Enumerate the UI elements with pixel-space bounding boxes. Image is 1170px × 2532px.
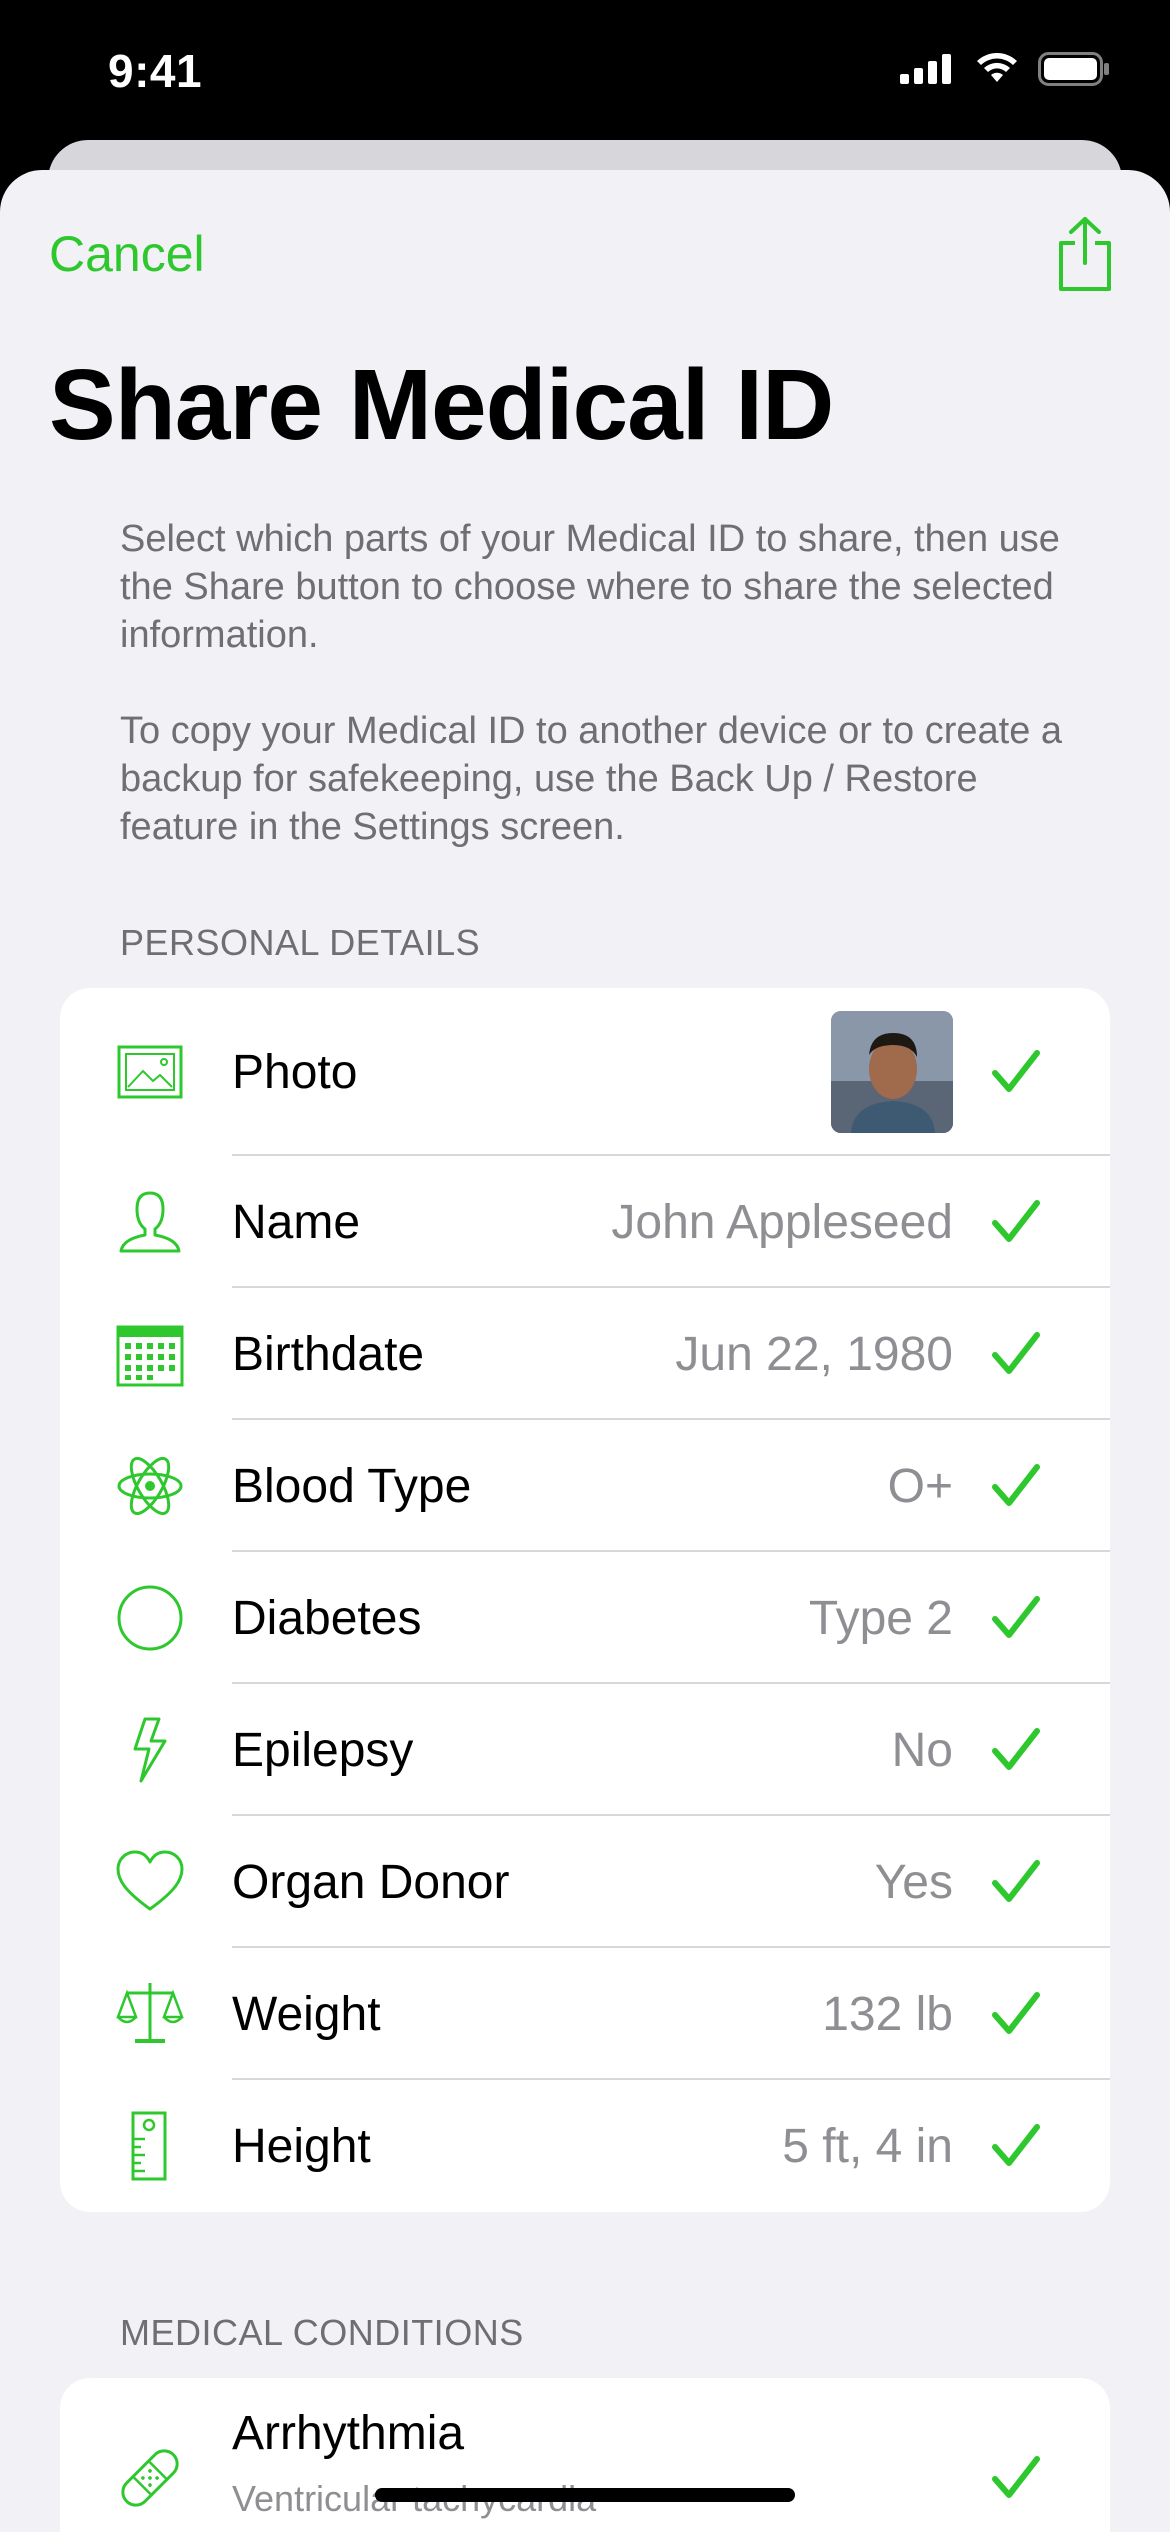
ruler-icon	[131, 2111, 167, 2181]
section-header-personal: PERSONAL DETAILS	[120, 922, 481, 963]
row-value: Jun 22, 1980	[675, 1327, 953, 1381]
row-label: Name	[232, 1195, 361, 1249]
checkmark-icon	[992, 1050, 1040, 1092]
checkmark-icon	[992, 1332, 1040, 1374]
person-icon	[119, 1191, 181, 1253]
row-value: 5 ft, 4 in	[782, 2119, 953, 2173]
cellular-signal-icon	[900, 54, 951, 84]
list-item-arrhythmia[interactable]: Arrhythmia Ventricular tachycardia	[60, 2378, 1110, 2532]
photo-icon	[117, 1045, 183, 1099]
share-sheet: Cancel Share Medical ID Select which par…	[0, 170, 1170, 2532]
row-label: Weight	[232, 1987, 381, 2041]
atom-icon	[117, 1456, 183, 1516]
list-item-blood-type[interactable]: Blood Type O+	[60, 1420, 1110, 1552]
row-label: Blood Type	[232, 1459, 472, 1513]
description-paragraph-1: Select which parts of your Medical ID to…	[120, 518, 1060, 656]
row-value: Yes	[874, 1855, 953, 1909]
wifi-icon	[977, 53, 1017, 82]
battery-icon	[1038, 52, 1109, 86]
avatar	[831, 1011, 953, 1133]
checkmark-icon	[992, 1464, 1040, 1506]
list-item-epilepsy[interactable]: Epilepsy No	[60, 1684, 1110, 1816]
row-value: No	[891, 1723, 953, 1777]
share-icon[interactable]	[1055, 215, 1115, 295]
list-item-organ-donor[interactable]: Organ Donor Yes	[60, 1816, 1110, 1948]
heart-icon	[116, 1850, 184, 1911]
row-label: Epilepsy	[232, 1723, 414, 1777]
home-indicator[interactable]	[375, 2488, 795, 2502]
checkmark-icon	[992, 1992, 1040, 2034]
row-value: O+	[887, 1459, 953, 1513]
status-bar: 9:41	[0, 0, 1170, 150]
checkmark-icon	[992, 1728, 1040, 1770]
list-item-name[interactable]: Name John Appleseed	[60, 1156, 1110, 1288]
scale-icon	[116, 1983, 184, 2043]
status-icons	[900, 52, 1110, 86]
row-label: Height	[232, 2119, 371, 2173]
list-item-birthdate[interactable]: Birthdate Jun 22, 1980	[60, 1288, 1110, 1420]
bolt-icon	[133, 1717, 167, 1783]
list-item-weight[interactable]: Weight 132 lb	[60, 1948, 1110, 2080]
medical-conditions-group: Arrhythmia Ventricular tachycardia	[60, 2378, 1110, 2532]
checkmark-icon	[992, 1200, 1040, 1242]
calendar-icon	[116, 1325, 184, 1387]
row-value: 132 lb	[822, 1987, 953, 2041]
row-label: Birthdate	[232, 1327, 425, 1381]
checkmark-icon	[992, 1860, 1040, 1902]
checkmark-icon	[992, 2456, 1040, 2498]
cancel-button[interactable]: Cancel	[49, 225, 205, 283]
list-item-diabetes[interactable]: Diabetes Type 2	[60, 1552, 1110, 1684]
page-title: Share Medical ID	[49, 349, 834, 461]
row-label: Diabetes	[232, 1591, 422, 1645]
personal-details-group: Photo Name John Appleseed Birthdate Jun …	[60, 988, 1110, 2212]
circle-icon	[117, 1585, 183, 1651]
list-item-height[interactable]: Height 5 ft, 4 in	[60, 2080, 1110, 2212]
status-time: 9:41	[108, 45, 203, 97]
checkmark-icon	[992, 2124, 1040, 2166]
list-item-photo[interactable]: Photo	[60, 988, 1110, 1156]
row-label: Photo	[232, 1045, 358, 1099]
row-label: Organ Donor	[232, 1855, 510, 1909]
section-header-conditions: MEDICAL CONDITIONS	[120, 2312, 524, 2353]
description-paragraph-2: To copy your Medical ID to another devic…	[120, 710, 1063, 848]
row-label: Arrhythmia	[232, 2407, 465, 2460]
row-value: Type 2	[808, 1591, 953, 1645]
checkmark-icon	[992, 1596, 1040, 1638]
row-value: John Appleseed	[611, 1195, 953, 1249]
bandage-icon	[121, 2449, 179, 2507]
